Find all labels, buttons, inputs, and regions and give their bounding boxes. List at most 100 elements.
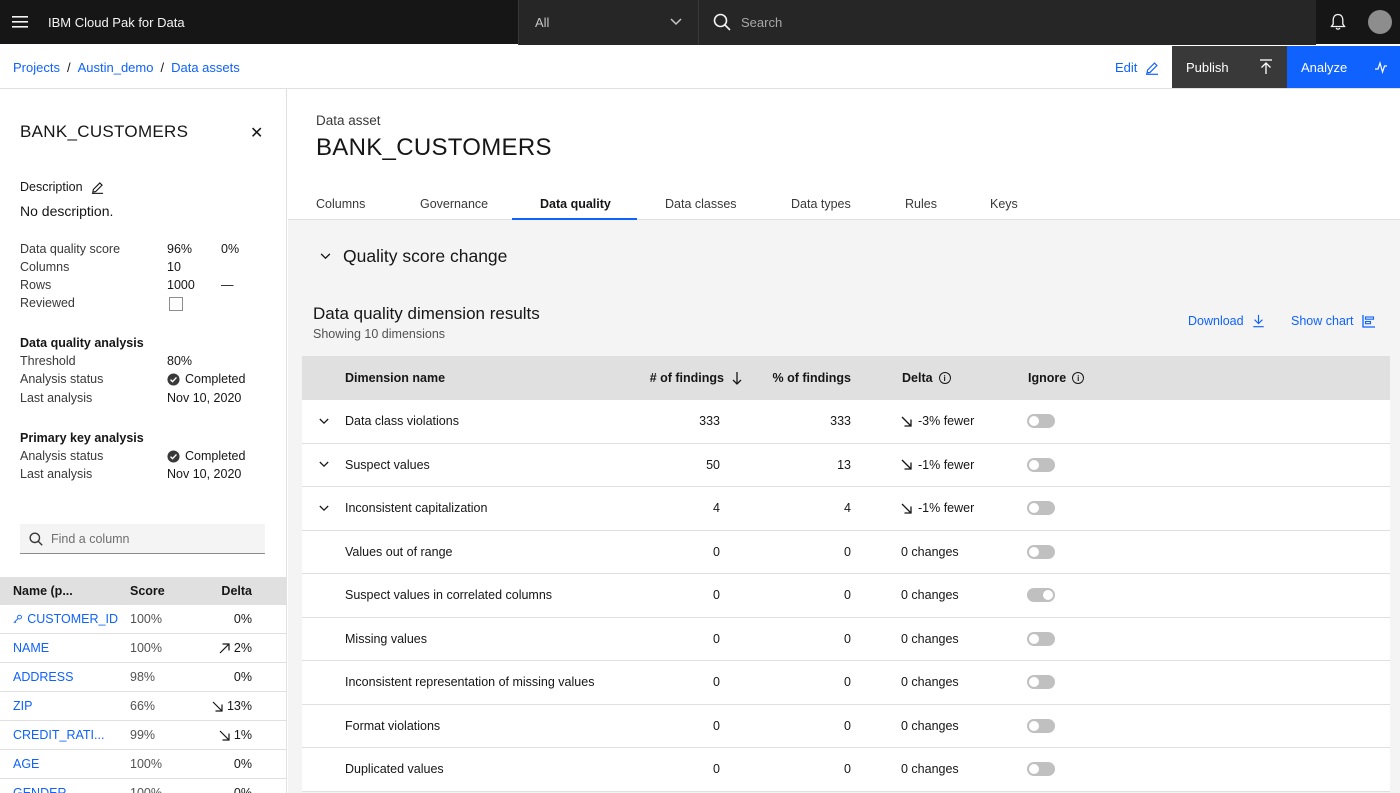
arrow-down-right-icon: [901, 503, 912, 514]
tab-data-quality[interactable]: Data quality: [512, 189, 637, 220]
findings-count: 0: [713, 544, 720, 559]
findings-count: 0: [713, 588, 720, 603]
search-scope-dropdown[interactable]: All: [518, 0, 698, 45]
info-icon[interactable]: i: [1072, 372, 1085, 384]
chevron-down-icon[interactable]: [318, 418, 329, 425]
row-expand-toggle[interactable]: [302, 461, 345, 468]
ignore-toggle[interactable]: [1027, 414, 1055, 429]
column-name-link[interactable]: AGE: [0, 757, 118, 771]
arrow-down-right-icon: [901, 459, 912, 470]
dq-table-row: Values out of range 0 0 0 changes: [302, 530, 1390, 574]
asset-details-panel: BANK_CUSTOMERS ✕ Description No descript…: [0, 89, 287, 793]
chevron-down-icon[interactable]: [318, 505, 329, 512]
tab-columns[interactable]: Columns: [288, 189, 392, 220]
row-expand-toggle[interactable]: [302, 418, 345, 425]
column-delta: 2%: [168, 641, 252, 655]
analyze-button[interactable]: Analyze: [1287, 46, 1400, 88]
edit-label: Edit: [1115, 60, 1138, 75]
dq-table-row: Suspect values in correlated columns 0 0 0 …: [302, 574, 1390, 618]
column-list-row[interactable]: ADDRESS 98% 0%: [0, 663, 286, 692]
findings-pct: 0: [844, 631, 851, 646]
column-list-row[interactable]: GENDER 100% 0%: [0, 779, 286, 793]
columns-value: 10: [167, 260, 181, 274]
tab-data-classes[interactable]: Data classes: [637, 189, 763, 220]
close-icon[interactable]: ✕: [250, 123, 263, 143]
column-name-link[interactable]: CREDIT_RATI...: [0, 728, 118, 742]
column-name-link[interactable]: ZIP: [0, 699, 118, 713]
row-expand-toggle[interactable]: [302, 505, 345, 512]
tab-rules[interactable]: Rules: [877, 189, 962, 220]
column-name-link[interactable]: ADDRESS: [0, 670, 118, 684]
breadcrumb-data-assets[interactable]: Data assets: [171, 60, 240, 75]
tab-data-types[interactable]: Data types: [763, 189, 877, 220]
info-icon[interactable]: i: [938, 372, 951, 384]
findings-pct: 0: [844, 762, 851, 777]
column-list-row[interactable]: AGE 100% 0%: [0, 750, 286, 779]
header-findings[interactable]: # of findings: [635, 371, 742, 385]
col-header-score[interactable]: Score: [118, 584, 168, 598]
column-list-row[interactable]: NAME 100% 2%: [0, 634, 286, 663]
dimension-name: Suspect values: [345, 457, 430, 472]
tab-governance[interactable]: Governance: [392, 189, 512, 220]
header-pct-findings[interactable]: % of findings: [742, 371, 851, 385]
last-analysis-value: Nov 10, 2020: [167, 391, 242, 405]
breadcrumb-projects[interactable]: Projects: [13, 60, 60, 75]
col-header-name[interactable]: Name (p...: [0, 584, 118, 598]
dq-table-header: Dimension name # of findings % of findin…: [302, 356, 1390, 400]
col-header-delta[interactable]: Delta: [168, 584, 252, 598]
ignore-toggle[interactable]: [1027, 718, 1055, 733]
ignore-toggle[interactable]: [1027, 762, 1055, 777]
delta-value: 0 changes: [901, 544, 959, 559]
notification-bell-icon[interactable]: [1316, 0, 1360, 45]
find-column-input[interactable]: Find a column: [20, 524, 265, 554]
product-name[interactable]: IBM Cloud Pak for Data: [40, 15, 518, 30]
publish-button[interactable]: Publish: [1172, 46, 1287, 88]
dimension-name: Values out of range: [345, 544, 453, 559]
header-ignore[interactable]: Ignore i: [1028, 371, 1085, 385]
edit-button[interactable]: Edit: [1115, 60, 1159, 75]
column-name-link[interactable]: NAME: [0, 641, 118, 655]
column-delta: 1%: [168, 728, 252, 742]
arrow-down-right-icon: [219, 730, 230, 741]
header-delta[interactable]: Delta i: [851, 371, 1028, 385]
findings-pct: 13: [837, 457, 851, 472]
dimension-name: Data class violations: [345, 414, 459, 429]
show-chart-label: Show chart: [1291, 314, 1354, 328]
download-button[interactable]: Download: [1188, 314, 1265, 328]
user-avatar[interactable]: [1360, 0, 1400, 45]
dq-results-title: Data quality dimension results: [313, 304, 540, 323]
header-dimension-name[interactable]: Dimension name: [345, 371, 635, 385]
chevron-down-icon[interactable]: [318, 461, 329, 468]
hamburger-menu-icon[interactable]: [0, 0, 40, 45]
column-list-row[interactable]: ZIP 66% 13%: [0, 692, 286, 721]
column-name-link[interactable]: CUSTOMER_ID: [0, 612, 118, 626]
checkmark-filled-icon: [167, 372, 180, 386]
global-search-input[interactable]: Search: [698, 0, 1316, 45]
breadcrumb-project[interactable]: Austin_demo: [78, 60, 154, 75]
asset-type-label: Data asset: [316, 113, 381, 128]
column-list-row[interactable]: CUSTOMER_ID 100% 0%: [0, 605, 286, 634]
dq-table-row: Format violations 0 0 0 changes: [302, 704, 1390, 748]
top-nav-bar: IBM Cloud Pak for Data All Search: [0, 0, 1400, 46]
quality-score-change-toggle[interactable]: Quality score change: [320, 246, 507, 267]
download-icon: [1252, 314, 1264, 328]
tab-keys[interactable]: Keys: [962, 189, 1040, 220]
search-scope-value: All: [535, 14, 550, 30]
column-list-row[interactable]: CREDIT_RATI... 99% 1%: [0, 721, 286, 750]
ignore-toggle[interactable]: [1027, 675, 1055, 690]
ignore-toggle[interactable]: [1027, 457, 1055, 472]
ignore-toggle[interactable]: [1027, 501, 1055, 516]
columns-table: Name (p... Score Delta CUSTOMER_ID 100% 0%…: [0, 577, 286, 793]
ignore-toggle[interactable]: [1027, 588, 1055, 603]
chevron-down-icon: [670, 18, 682, 26]
reviewed-checkbox[interactable]: [169, 297, 183, 311]
show-chart-button[interactable]: Show chart: [1291, 314, 1376, 328]
search-icon: [713, 13, 731, 31]
search-placeholder: Search: [741, 14, 783, 30]
column-delta: 0%: [233, 786, 252, 793]
find-column-placeholder: Find a column: [51, 531, 130, 546]
ignore-toggle[interactable]: [1027, 631, 1055, 646]
column-name-link[interactable]: GENDER: [0, 786, 118, 793]
edit-description-icon[interactable]: [91, 181, 104, 194]
ignore-toggle[interactable]: [1027, 544, 1055, 559]
